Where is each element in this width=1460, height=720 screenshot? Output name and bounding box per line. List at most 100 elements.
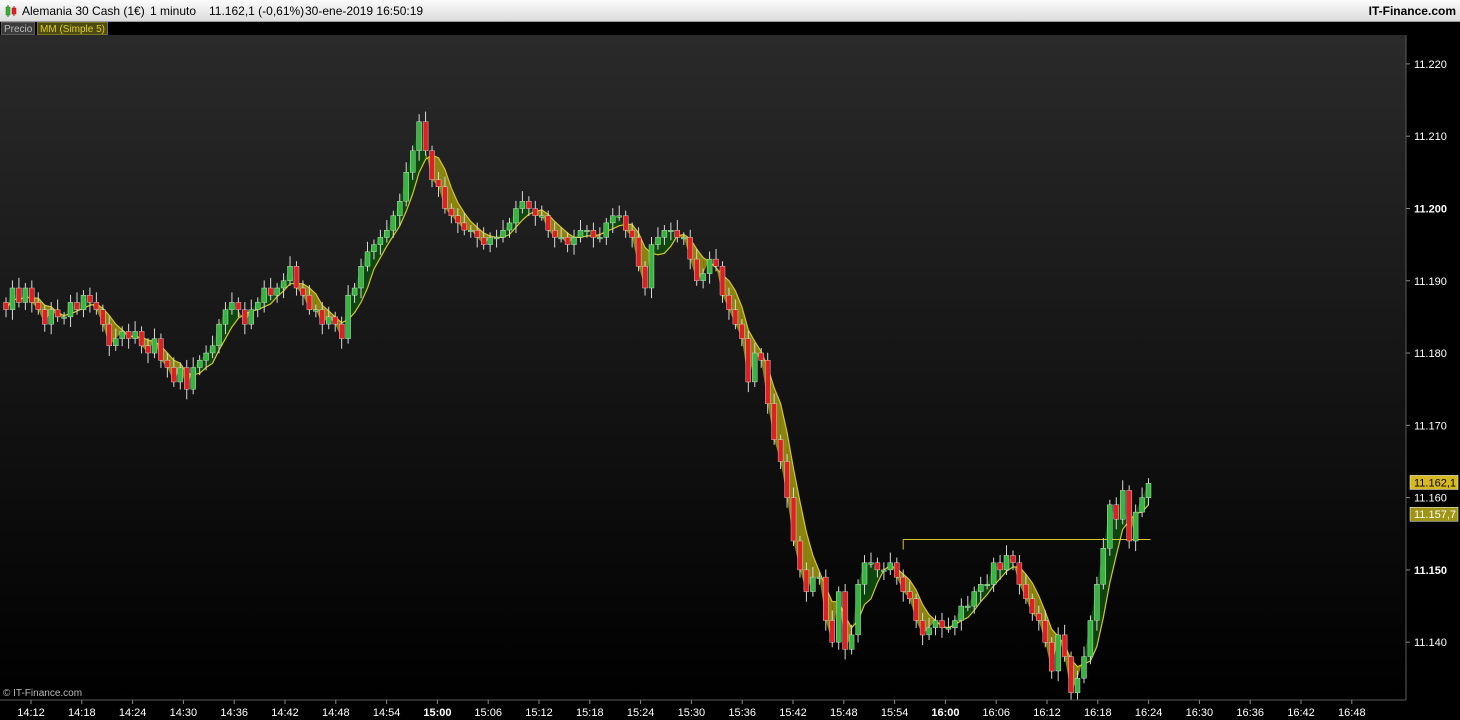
candle-down [784, 461, 790, 498]
x-tick-label: 16:12 [1033, 707, 1061, 719]
candle-down [422, 121, 429, 151]
x-tick-label: 15:18 [576, 707, 604, 719]
candlestick-app-icon [5, 5, 17, 17]
candle-up [513, 208, 519, 224]
title-bar: Alemania 30 Cash (1€) 1 minuto 11.162,1 … [0, 0, 1460, 22]
candle-up [816, 576, 822, 579]
candle-up [1139, 497, 1145, 513]
y-tick-label: 11.200 [1414, 203, 1447, 215]
candle-up [1074, 678, 1081, 693]
candle-down [268, 287, 274, 296]
candle-up [487, 237, 493, 245]
candle-up [655, 237, 661, 245]
candle-up [190, 367, 196, 390]
candle-down [100, 309, 106, 325]
x-tick-label: 15:54 [881, 707, 909, 719]
candle-down [1036, 613, 1042, 621]
candle-up [868, 562, 874, 565]
candle-down [939, 620, 945, 628]
candle-up [364, 251, 371, 267]
candle-down [481, 237, 487, 245]
candle-up [1119, 490, 1126, 520]
y-tick-label: 11.190 [1414, 276, 1447, 288]
candle-down [1126, 490, 1132, 542]
instrument-name: Alemania 30 Cash (1€) [22, 4, 145, 18]
candle-down [713, 258, 719, 267]
candle-down [913, 598, 919, 621]
candle-down [719, 266, 726, 296]
candle-up [700, 273, 706, 281]
candle-up [254, 302, 261, 310]
candle-up [571, 237, 577, 245]
candle-up [616, 215, 622, 218]
candle-down [1048, 642, 1055, 672]
candle-up [248, 309, 255, 325]
plot-area [0, 35, 1406, 700]
candle-down [3, 302, 9, 310]
candle-down [687, 237, 693, 260]
candle-up [416, 121, 422, 151]
price-chart[interactable]: 11.220 11.210 11.200 11.190 11.180 11.170 11.1… [0, 0, 1460, 720]
candle-down [642, 266, 648, 289]
candle-up [274, 287, 280, 296]
candle-down [1010, 555, 1016, 563]
candle-up [855, 584, 861, 636]
candle-up [926, 627, 932, 636]
candle-up [1081, 656, 1087, 679]
candle-down [997, 562, 1003, 571]
candle-up [681, 237, 687, 240]
candle-down [1016, 562, 1023, 585]
candle-down [35, 302, 41, 310]
x-tick-label: 14:18 [68, 707, 96, 719]
candle-up [397, 201, 403, 217]
candle-up [648, 244, 655, 289]
candle-up [468, 229, 474, 232]
candle-up [990, 562, 997, 585]
candle-up [971, 591, 977, 607]
legend-moving-average[interactable]: MM (Simple 5) [37, 22, 109, 35]
candle-up [229, 302, 235, 310]
candle-up [384, 229, 390, 238]
candle-up [119, 331, 125, 339]
candle-down [1029, 598, 1036, 614]
candle-up [313, 309, 319, 312]
brand-logo-text: IT-Finance.com [1368, 4, 1456, 18]
candle-down [448, 208, 455, 216]
candle-down [907, 591, 913, 599]
candle-down [87, 295, 93, 303]
x-tick-label: 15:24 [627, 707, 655, 719]
candle-up [1107, 504, 1113, 549]
candle-down [242, 309, 248, 325]
candle-up [1145, 483, 1152, 498]
candle-up [603, 222, 609, 238]
x-tick-label: 15:42 [779, 707, 807, 719]
candle-down [461, 222, 467, 231]
y-tick-label: 11.220 [1414, 59, 1447, 71]
candle-up [945, 627, 952, 630]
candle-up [539, 215, 545, 218]
candle-up [668, 229, 674, 232]
candle-up [1100, 548, 1107, 585]
candle-down [765, 360, 771, 404]
candle-down [874, 562, 881, 571]
y-tick-label: 11.210 [1414, 131, 1447, 143]
candle-up [222, 309, 229, 325]
legend-price[interactable]: Precio [1, 22, 36, 35]
candle-up [196, 360, 203, 368]
candle-up [810, 576, 816, 592]
candle-up [661, 229, 668, 238]
candle-up [706, 258, 713, 274]
candle-down [829, 620, 835, 643]
candle-down [635, 237, 642, 267]
candle-up [752, 352, 758, 383]
candle-down [532, 208, 538, 216]
x-tick-label: 15:30 [678, 707, 706, 719]
candle-up [597, 237, 603, 240]
candle-down [797, 540, 803, 571]
candle-up [1003, 555, 1010, 571]
candle-down [590, 229, 597, 238]
x-tick-label: 16:42 [1287, 707, 1315, 719]
candle-down [435, 179, 442, 188]
candle-up [978, 584, 984, 592]
candle-up [887, 562, 893, 571]
